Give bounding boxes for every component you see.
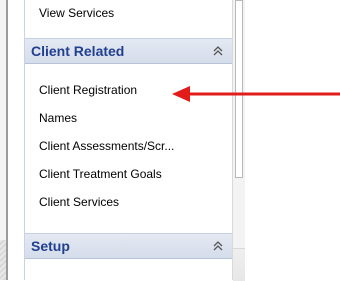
left-pane-edge — [0, 0, 10, 280]
nav-item-view-services[interactable]: View Services — [25, 3, 233, 23]
section-title: Client Related — [31, 43, 125, 59]
vertical-scrollbar[interactable] — [232, 0, 245, 281]
nav-item-client-treatment-goals[interactable]: Client Treatment Goals — [25, 164, 233, 184]
section-header-setup[interactable]: Setup — [25, 233, 233, 259]
left-scroll-grip[interactable] — [0, 240, 6, 280]
nav-item-names[interactable]: Names — [25, 108, 233, 128]
nav-item-client-assessments[interactable]: Client Assessments/Scr... — [25, 136, 233, 156]
scrollbar-track-end — [233, 248, 245, 281]
red-arrow-left-icon — [172, 86, 340, 102]
double-chevron-up-icon[interactable] — [213, 241, 223, 251]
section-title: Setup — [31, 238, 70, 254]
navigation-panel: View Services Client Related Client Regi… — [24, 0, 234, 280]
double-chevron-up-icon[interactable] — [213, 46, 223, 56]
section-header-client-related[interactable]: Client Related — [25, 38, 233, 64]
nav-item-client-services[interactable]: Client Services — [25, 192, 233, 212]
